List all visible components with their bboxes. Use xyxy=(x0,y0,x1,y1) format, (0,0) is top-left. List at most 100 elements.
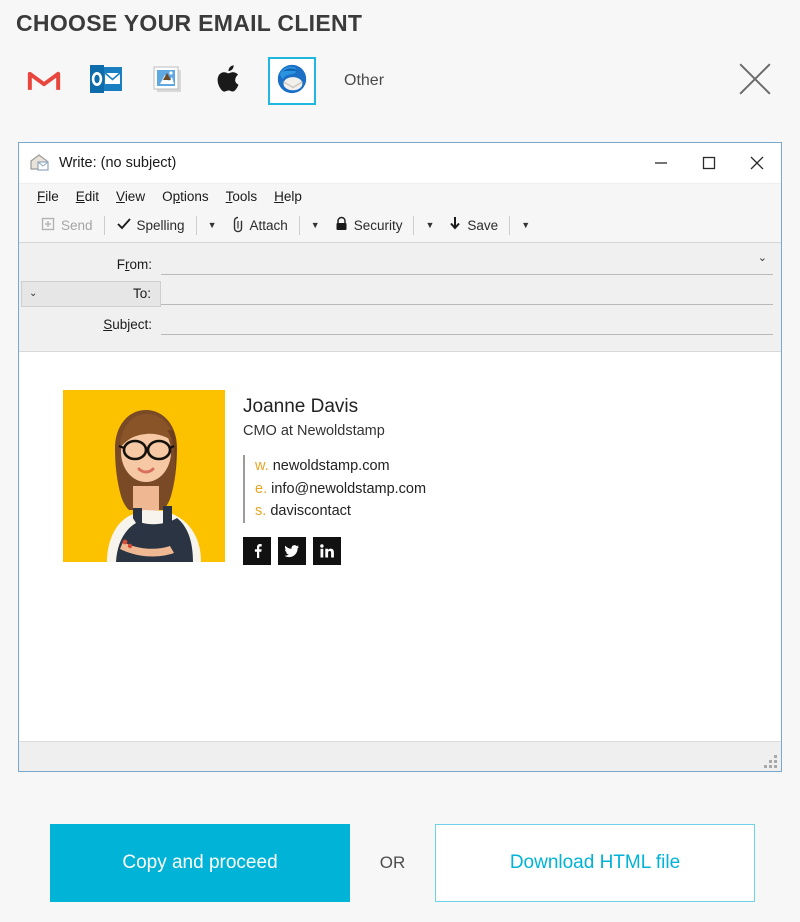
contact-email-key: e. xyxy=(255,480,268,497)
contact-skype-value[interactable]: daviscontact xyxy=(270,503,351,519)
signature-contacts: w. newoldstamp.com e. info@newoldstamp.c… xyxy=(243,454,426,524)
to-expand-caret[interactable]: ⌄ xyxy=(29,282,37,306)
from-input[interactable] xyxy=(161,253,773,275)
spelling-button[interactable]: Spelling xyxy=(109,214,192,237)
menu-edit-accel: E xyxy=(75,189,85,204)
toolbar-separator xyxy=(413,216,415,235)
toolbar-separator xyxy=(103,216,105,235)
close-window-button[interactable] xyxy=(733,143,781,183)
menu-options-pre: O xyxy=(162,189,173,204)
menu-item-view[interactable]: View xyxy=(116,189,145,204)
menu-item-options[interactable]: Options xyxy=(162,189,209,204)
compose-toolbar: Send Spelling ▼ Attach ▼ Security ▼ Save… xyxy=(19,209,781,243)
client-option-other[interactable]: Other xyxy=(344,72,384,90)
linkedin-icon[interactable] xyxy=(313,537,341,566)
from-label: From: xyxy=(116,256,152,272)
from-dropdown-caret[interactable]: ⌄ xyxy=(758,251,767,264)
down-arrow-icon xyxy=(448,216,462,235)
signature-social-links xyxy=(243,537,426,566)
apple-mail-icon xyxy=(151,64,185,99)
spelling-dropdown-caret[interactable]: ▼ xyxy=(201,219,224,232)
avatar xyxy=(63,390,225,562)
client-option-outlook[interactable] xyxy=(82,57,130,105)
menu-options-rest: tions xyxy=(180,189,209,204)
menu-item-file[interactable]: File xyxy=(37,189,59,204)
contact-email: e. info@newoldstamp.com xyxy=(255,478,426,501)
menu-help-accel: H xyxy=(274,189,284,204)
maximize-button[interactable] xyxy=(685,143,733,183)
spelling-label: Spelling xyxy=(136,218,185,233)
page-title: CHOOSE YOUR EMAIL CLIENT xyxy=(16,10,363,36)
download-html-file-button[interactable]: Download HTML file xyxy=(435,824,755,902)
attach-button[interactable]: Attach xyxy=(224,214,295,238)
contact-skype-key: s. xyxy=(255,503,267,520)
save-button[interactable]: Save xyxy=(441,214,505,237)
menu-tools-rest: ools xyxy=(232,189,258,204)
menu-help-rest: elp xyxy=(283,189,302,204)
contact-website-key: w. xyxy=(255,457,269,474)
or-separator-label: OR xyxy=(379,853,406,872)
signature-role: CMO at Newoldstamp xyxy=(243,422,385,439)
email-client-selector: Other xyxy=(20,54,384,108)
email-signature: Joanne Davis CMO at Newoldstamp w. newol… xyxy=(63,390,426,566)
compose-header-fields: From: ⌄ ⌄ To: Subject: xyxy=(19,243,781,352)
to-label[interactable]: ⌄ To: xyxy=(21,281,161,307)
subject-input[interactable] xyxy=(161,313,773,335)
to-label-text: To: xyxy=(132,286,151,301)
footer-actions: Copy and proceed OR Download HTML file xyxy=(50,824,755,902)
to-input[interactable] xyxy=(161,283,773,305)
toolbar-separator xyxy=(298,216,300,235)
twitter-icon[interactable] xyxy=(278,537,306,566)
compose-titlebar: Write: (no subject) xyxy=(19,143,781,183)
security-dropdown-caret[interactable]: ▼ xyxy=(418,219,441,232)
client-option-gmail[interactable] xyxy=(20,57,68,105)
signature-details: Joanne Davis CMO at Newoldstamp w. newol… xyxy=(243,390,426,566)
copy-and-proceed-button[interactable]: Copy and proceed xyxy=(50,824,350,902)
client-option-thunderbird[interactable] xyxy=(268,57,316,105)
client-option-apple[interactable] xyxy=(206,57,254,105)
window-controls xyxy=(637,143,781,183)
paperclip-icon xyxy=(231,216,245,236)
menu-item-edit[interactable]: Edit xyxy=(76,189,99,204)
from-accel: r xyxy=(124,256,130,272)
gmail-icon xyxy=(27,66,61,97)
contact-skype: s. daviscontact xyxy=(255,500,426,523)
from-row: From: ⌄ xyxy=(19,251,781,277)
outlook-icon xyxy=(89,64,123,99)
attach-label: Attach xyxy=(249,218,288,233)
compose-window: Write: (no subject) File Edit View Optio… xyxy=(18,142,782,772)
menu-file-accel: F xyxy=(37,189,46,204)
facebook-icon[interactable] xyxy=(243,537,271,566)
send-label: Send xyxy=(61,218,93,233)
toolbar-separator xyxy=(509,216,511,235)
security-label: Security xyxy=(353,218,403,233)
save-dropdown-caret[interactable]: ▼ xyxy=(514,219,537,232)
to-field-wrap xyxy=(161,283,773,305)
client-option-apple-mail[interactable] xyxy=(144,57,192,105)
contact-website-value[interactable]: newoldstamp.com xyxy=(273,458,390,474)
to-row: ⌄ To: xyxy=(19,281,781,307)
check-icon xyxy=(116,216,132,235)
minimize-button[interactable] xyxy=(637,143,685,183)
menu-file-rest: ile xyxy=(45,189,59,204)
menu-edit-rest: dit xyxy=(84,189,100,204)
signature-name: Joanne Davis xyxy=(243,396,359,417)
subject-field-wrap xyxy=(161,313,773,335)
close-dialog-button[interactable] xyxy=(732,56,778,102)
menu-item-tools[interactable]: Tools xyxy=(226,189,258,204)
menu-view-accel: V xyxy=(116,189,125,204)
subject-label: Subject: xyxy=(103,316,152,332)
menu-item-help[interactable]: Help xyxy=(274,189,302,204)
security-button[interactable]: Security xyxy=(327,214,410,237)
menu-options-accel: p xyxy=(172,189,181,204)
resize-grip[interactable] xyxy=(761,752,777,768)
write-message-icon xyxy=(29,151,59,176)
send-icon xyxy=(40,216,56,235)
lock-icon xyxy=(334,216,349,235)
save-label: Save xyxy=(467,218,499,233)
attach-dropdown-caret[interactable]: ▼ xyxy=(304,219,327,232)
contact-email-value[interactable]: info@newoldstamp.com xyxy=(271,481,426,497)
message-body[interactable]: Joanne Davis CMO at Newoldstamp w. newol… xyxy=(19,352,781,741)
signature-top: Joanne Davis CMO at Newoldstamp w. newol… xyxy=(63,390,426,566)
send-button[interactable]: Send xyxy=(33,214,100,237)
